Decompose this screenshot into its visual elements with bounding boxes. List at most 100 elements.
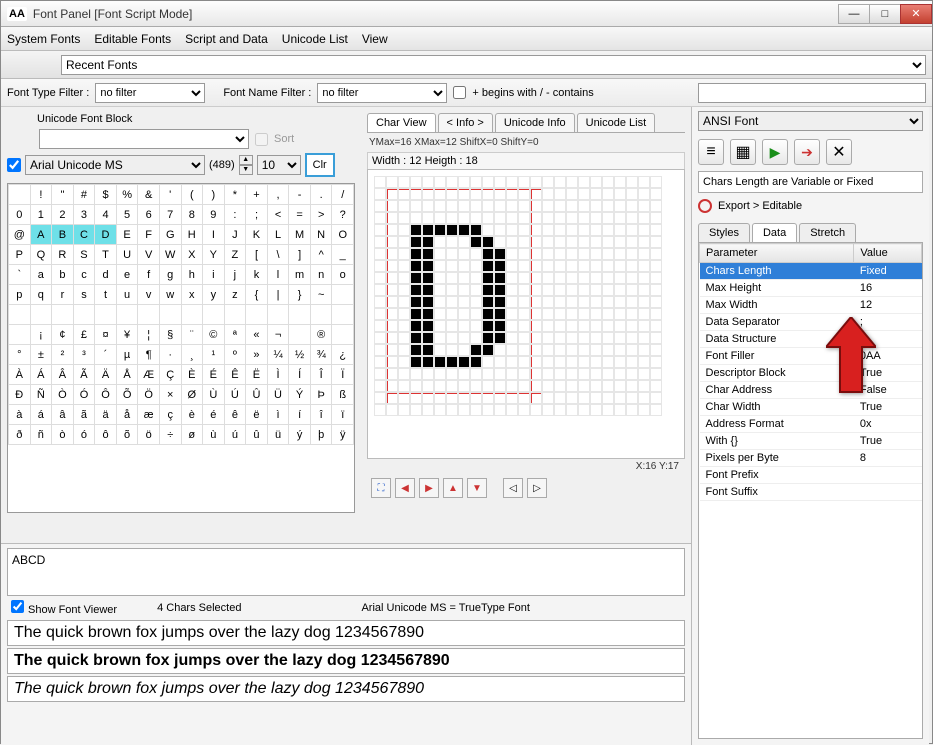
font-type-filter[interactable]: no filter	[95, 83, 205, 103]
begins-with-checkbox[interactable]	[453, 86, 466, 99]
char-cell[interactable]: ô	[95, 425, 117, 445]
char-canvas[interactable]	[367, 169, 685, 459]
char-cell[interactable]: ©	[203, 325, 225, 345]
char-cell[interactable]: õ	[116, 425, 138, 445]
char-cell[interactable]: Á	[30, 365, 52, 385]
char-cell[interactable]: û	[246, 425, 268, 445]
char-cell[interactable]: Ç	[159, 365, 181, 385]
right-search-field[interactable]	[698, 83, 926, 103]
char-cell[interactable]: z	[224, 285, 246, 305]
char-cell[interactable]: Ô	[95, 385, 117, 405]
char-cell[interactable]: N	[310, 225, 332, 245]
char-cell[interactable]: @	[9, 225, 31, 245]
char-cell[interactable]: «	[246, 325, 268, 345]
char-cell[interactable]: Û	[246, 385, 268, 405]
char-cell[interactable]: A	[30, 225, 52, 245]
char-cell[interactable]: F	[138, 225, 160, 245]
char-cell[interactable]: Z	[224, 245, 246, 265]
char-cell[interactable]: ö	[138, 425, 160, 445]
param-grid[interactable]: ParameterValue Chars LengthFixedMax Heig…	[698, 242, 923, 739]
char-cell[interactable]: ¦	[138, 325, 160, 345]
param-row[interactable]: Address Format0x	[700, 416, 922, 433]
char-cell[interactable]	[224, 305, 246, 325]
char-cell[interactable]: É	[203, 365, 225, 385]
char-cell[interactable]: È	[181, 365, 203, 385]
char-cell[interactable]: þ	[310, 425, 332, 445]
font-enabled-checkbox[interactable]	[7, 158, 21, 172]
char-cell[interactable]: G	[159, 225, 181, 245]
char-cell[interactable]: Ï	[332, 365, 354, 385]
char-cell[interactable]: [	[246, 245, 268, 265]
param-row[interactable]: With {}True	[700, 433, 922, 450]
char-cell[interactable]: å	[116, 405, 138, 425]
char-grid[interactable]: !"#$%&'()*+,-./0123456789:;<=>?@ABCDEFGH…	[7, 183, 355, 513]
char-cell[interactable]: î	[310, 405, 332, 425]
char-cell[interactable]: C	[73, 225, 95, 245]
char-cell[interactable]: Ë	[246, 365, 268, 385]
tab-data[interactable]: Data	[752, 223, 797, 242]
char-cell[interactable]: J	[224, 225, 246, 245]
param-row[interactable]: Char AddressFalse	[700, 382, 922, 399]
tab-unicode-list[interactable]: Unicode List	[577, 113, 656, 132]
char-cell[interactable]: 2	[52, 205, 74, 225]
char-cell[interactable]: q	[30, 285, 52, 305]
tools-icon[interactable]: ✕	[826, 139, 852, 165]
char-cell[interactable]: 6	[138, 205, 160, 225]
prev-button[interactable]: ◁	[503, 478, 523, 498]
param-row[interactable]: Pixels per Byte8	[700, 450, 922, 467]
tab-stretch[interactable]: Stretch	[799, 223, 856, 242]
char-cell[interactable]: ê	[224, 405, 246, 425]
param-row[interactable]: Chars LengthFixed	[700, 263, 922, 280]
char-cell[interactable]	[267, 305, 289, 325]
unicode-block-select[interactable]	[39, 129, 249, 149]
char-cell[interactable]: ù	[203, 425, 225, 445]
maximize-button[interactable]: □	[869, 4, 901, 24]
char-cell[interactable]: k	[246, 265, 268, 285]
char-cell[interactable]: °	[9, 345, 31, 365]
char-cell[interactable]: H	[181, 225, 203, 245]
left-button[interactable]: ◀	[395, 478, 415, 498]
char-cell[interactable]: ½	[289, 345, 311, 365]
char-cell[interactable]: y	[203, 285, 225, 305]
char-cell[interactable]	[289, 325, 311, 345]
menu-icon[interactable]: ≡	[698, 139, 724, 165]
menu-script-data[interactable]: Script and Data	[185, 32, 268, 46]
char-cell[interactable]: T	[95, 245, 117, 265]
char-cell[interactable]: Ù	[203, 385, 225, 405]
char-cell[interactable]: £	[73, 325, 95, 345]
char-cell[interactable]: »	[246, 345, 268, 365]
char-cell[interactable]: m	[289, 265, 311, 285]
char-cell[interactable]: U	[116, 245, 138, 265]
close-button[interactable]: ✕	[900, 4, 932, 24]
char-cell[interactable]	[95, 305, 117, 325]
char-cell[interactable]: ý	[289, 425, 311, 445]
char-cell[interactable]: è	[181, 405, 203, 425]
char-cell[interactable]: #	[73, 185, 95, 205]
char-cell[interactable]: &	[138, 185, 160, 205]
char-cell[interactable]: ¨	[181, 325, 203, 345]
char-cell[interactable]: ä	[95, 405, 117, 425]
char-cell[interactable]: Ð	[9, 385, 31, 405]
char-cell[interactable]: ï	[332, 405, 354, 425]
char-cell[interactable]: B	[52, 225, 74, 245]
char-cell[interactable]: ¶	[138, 345, 160, 365]
char-cell[interactable]: ²	[52, 345, 74, 365]
char-cell[interactable]: )	[203, 185, 225, 205]
char-cell[interactable]: |	[267, 285, 289, 305]
char-cell[interactable]: w	[159, 285, 181, 305]
char-cell[interactable]: ^	[310, 245, 332, 265]
char-cell[interactable]: ¤	[95, 325, 117, 345]
char-cell[interactable]: P	[9, 245, 31, 265]
menu-unicode-list[interactable]: Unicode List	[282, 32, 348, 46]
char-cell[interactable]: W	[159, 245, 181, 265]
char-cell[interactable]: Å	[116, 365, 138, 385]
char-cell[interactable]	[9, 325, 31, 345]
char-cell[interactable]: !	[30, 185, 52, 205]
char-cell[interactable]: O	[332, 225, 354, 245]
char-cell[interactable]: ü	[267, 425, 289, 445]
char-cell[interactable]: ±	[30, 345, 52, 365]
char-cell[interactable]: ú	[224, 425, 246, 445]
char-cell[interactable]: ~	[310, 285, 332, 305]
char-cell[interactable]	[30, 305, 52, 325]
char-cell[interactable]: o	[332, 265, 354, 285]
